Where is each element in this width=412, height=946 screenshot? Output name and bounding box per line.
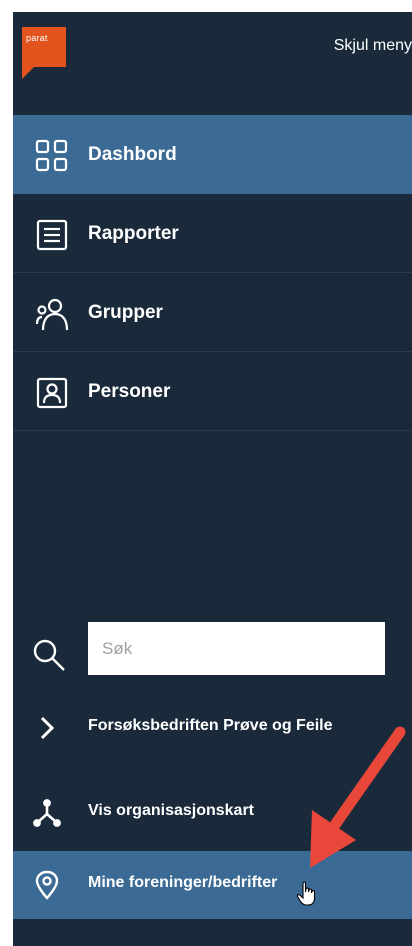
grid-icon — [35, 139, 69, 173]
document-icon — [35, 218, 69, 252]
sidebar-item-personer[interactable]: Personer — [13, 352, 412, 431]
hand-cursor-icon — [296, 881, 318, 907]
annotation-arrow-icon — [290, 722, 412, 872]
person-card-icon — [35, 376, 69, 410]
org-chart-label: Vis organisasjonskart — [88, 802, 254, 819]
sidebar-item-label: Rapporter — [88, 223, 179, 244]
group-icon — [35, 297, 69, 331]
search-icon[interactable] — [31, 637, 67, 673]
sidebar-item-label: Grupper — [88, 302, 163, 323]
sidebar-item-label: Dashbord — [88, 144, 177, 165]
location-pin-icon — [31, 869, 63, 901]
chevron-right-icon — [31, 712, 63, 744]
hide-menu-button[interactable]: Skjul meny — [334, 37, 412, 55]
sidebar-item-label: Personer — [88, 381, 171, 402]
sidebar-item-dashbord[interactable]: Dashbord — [13, 115, 412, 194]
search-input[interactable] — [88, 622, 385, 675]
sidebar-item-rapporter[interactable]: Rapporter — [13, 194, 412, 273]
screenshot-frame: parat Skjul meny Dashbord Rapporter Grup… — [0, 0, 412, 946]
sidebar-item-grupper[interactable]: Grupper — [13, 273, 412, 352]
org-chart-icon — [31, 797, 63, 829]
logo-text: parat — [26, 33, 48, 43]
my-organizations-label: Mine foreninger/bedrifter — [88, 874, 278, 891]
